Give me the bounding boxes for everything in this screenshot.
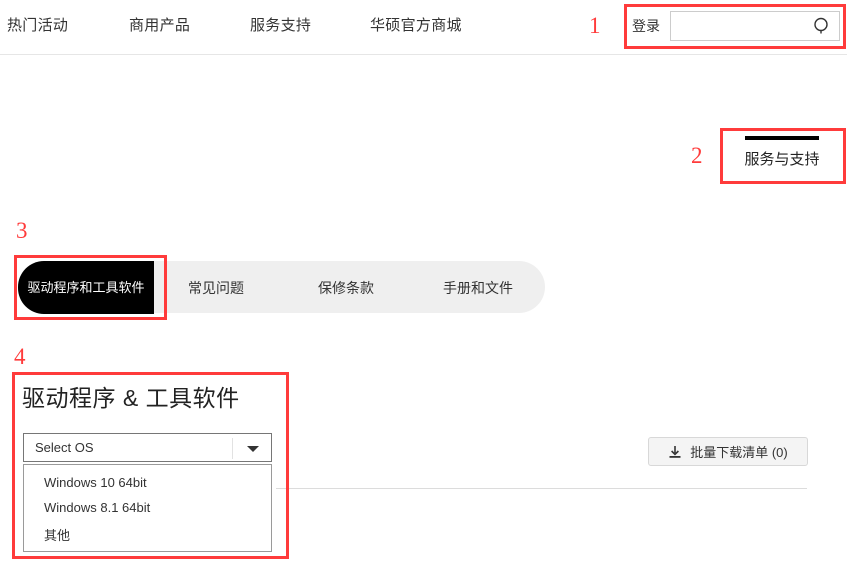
- annotation-number-2: 2: [691, 143, 703, 168]
- os-option-windows-10-64bit[interactable]: Windows 10 64bit: [24, 470, 271, 495]
- login-and-search-group: 登录: [632, 11, 840, 41]
- nav-link-official-store[interactable]: 华硕官方商城: [370, 14, 462, 35]
- tab-warranty-terms[interactable]: 保修条款: [318, 278, 374, 298]
- search-box[interactable]: [670, 11, 840, 41]
- os-select-dropdown[interactable]: Select OS: [23, 433, 272, 462]
- page-title: 驱动程序 & 工具软件: [22, 385, 240, 411]
- top-navigation-bar: 热门活动 商用产品 服务支持 华硕官方商城 登录: [0, 0, 847, 55]
- nav-link-commercial-products[interactable]: 商用产品: [129, 14, 190, 35]
- search-icon[interactable]: [813, 17, 831, 35]
- os-select-options-list: Windows 10 64bit Windows 8.1 64bit 其他: [23, 464, 272, 552]
- nav-link-hot-activities[interactable]: 热门活动: [7, 14, 68, 35]
- batch-download-button[interactable]: 批量下载清单 (0): [648, 437, 808, 466]
- search-input[interactable]: [671, 12, 811, 40]
- service-support-underline-bar: [745, 136, 819, 140]
- tab-faq[interactable]: 常见问题: [188, 278, 244, 298]
- batch-download-label: 批量下载清单 (0): [690, 445, 788, 460]
- download-icon: [669, 445, 681, 458]
- os-select-divider: [232, 438, 233, 459]
- tab-drivers-and-tools[interactable]: 驱动程序和工具软件: [18, 261, 154, 314]
- content-divider: [276, 488, 807, 489]
- nav-link-service-support[interactable]: 服务支持: [250, 14, 311, 35]
- annotation-number-4: 4: [14, 344, 26, 369]
- tab-manuals-and-documents[interactable]: 手册和文件: [443, 278, 513, 298]
- service-support-heading: 服务与支持: [723, 131, 841, 169]
- os-option-windows-81-64bit[interactable]: Windows 8.1 64bit: [24, 495, 271, 520]
- os-select-value: Select OS: [35, 440, 94, 455]
- chevron-down-icon[interactable]: [247, 446, 259, 452]
- os-option-other[interactable]: 其他: [24, 520, 271, 549]
- annotation-number-3: 3: [16, 218, 28, 243]
- service-support-label: 服务与支持: [744, 151, 820, 168]
- login-link[interactable]: 登录: [632, 16, 660, 36]
